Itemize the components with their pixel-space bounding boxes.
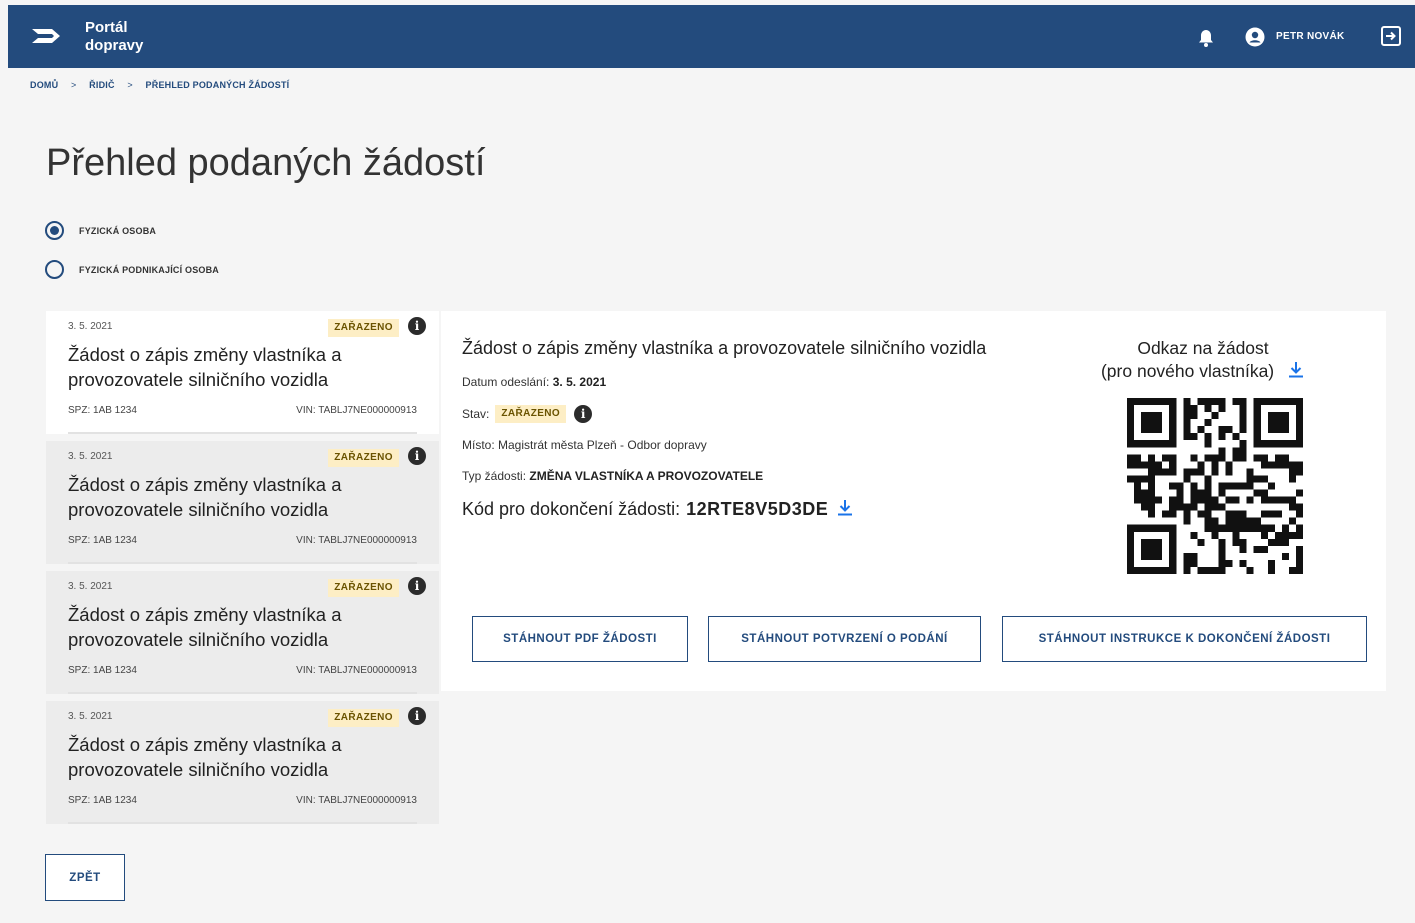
logo-icon[interactable] [30,20,68,57]
request-title: Žádost o zápis změny vlastníka a provozo… [68,734,342,780]
request-date: 3. 5. 2021 [68,321,113,332]
breadcrumb-current: PŘEHLED PODANÝCH ŽÁDOSTÍ [145,80,290,90]
radio-business-person-label: FYZICKÁ PODNIKAJÍCÍ OSOBA [79,264,220,275]
qr-label-line2: (pro nového vlastníka) [1098,360,1308,384]
info-icon[interactable]: i [408,577,426,595]
detail-type-value: ZMĚNA VLASTNÍKA A PROVOZOVATELE [529,469,764,483]
breadcrumb-home[interactable]: DOMŮ [30,80,58,90]
logout-icon[interactable] [1380,25,1402,52]
detail-sent-label: Datum odeslání: [462,375,550,389]
request-date: 3. 5. 2021 [68,451,113,462]
request-date: 3. 5. 2021 [68,711,113,722]
request-detail-panel: Žádost o zápis změny vlastníka a provozo… [441,311,1386,691]
brand-line2: dopravy [85,37,144,54]
request-vin: VIN: TABLJ7NE000000913 [296,795,417,806]
status-badge: ZAŘAZENO [328,449,399,467]
request-vin: VIN: TABLJ7NE000000913 [296,405,417,416]
page-title: Přehled podaných žádostí [46,142,486,184]
divider [68,562,417,564]
download-instructions-button[interactable]: STÁHNOUT INSTRUKCE K DOKONČENÍ ŽÁDOSTI [1002,616,1367,662]
detail-type-label: Typ žádosti: [462,469,527,483]
radio-selected-icon[interactable] [45,221,64,240]
request-spz: SPZ: 1AB 1234 [68,795,137,806]
divider [68,692,417,694]
request-card[interactable]: 3. 5. 2021 ZAŘAZENO i Žádost o zápis změ… [46,701,439,824]
top-bar: Portál dopravy PETR NOVÁK [8,5,1415,68]
divider [68,822,417,824]
status-badge: ZAŘAZENO [328,319,399,337]
radio-person-label: FYZICKÁ OSOBA [79,225,157,236]
detail-type: Typ žádosti: ZMĚNA VLASTNÍKA A PROVOZOVA… [462,469,763,483]
username[interactable]: PETR NOVÁK [1276,31,1345,42]
request-date: 3. 5. 2021 [68,581,113,592]
detail-status-label: Stav: [462,407,490,421]
divider [68,432,417,434]
request-spz: SPZ: 1AB 1234 [68,405,137,416]
download-icon[interactable] [836,498,854,521]
request-card[interactable]: 3. 5. 2021 ZAŘAZENO i Žádost o zápis změ… [46,571,439,694]
detail-code: Kód pro dokončení žádosti: 12RTE8V5D3DE [462,498,854,521]
request-title: Žádost o zápis změny vlastníka a provozo… [68,474,342,520]
brand-name[interactable]: Portál dopravy [85,19,143,55]
download-icon[interactable] [1287,360,1305,384]
detail-code-value: 12RTE8V5D3DE [686,499,829,519]
download-pdf-button[interactable]: STÁHNOUT PDF ŽÁDOSTI [472,616,688,662]
request-title: Žádost o zápis změny vlastníka a provozo… [68,344,342,390]
breadcrumb-driver[interactable]: ŘIDIČ [89,80,115,90]
brand-line1: Portál [85,19,128,36]
request-vin: VIN: TABLJ7NE000000913 [296,535,417,546]
breadcrumb: DOMŮ > ŘIDIČ > PŘEHLED PODANÝCH ŽÁDOSTÍ [30,80,289,90]
detail-status: Stav: ZAŘAZENO i [462,405,593,423]
breadcrumb-separator: > [71,80,77,90]
request-card[interactable]: 3. 5. 2021 ZAŘAZENO i Žádost o zápis změ… [46,441,439,564]
request-spz: SPZ: 1AB 1234 [68,665,137,676]
request-vin: VIN: TABLJ7NE000000913 [296,665,417,676]
radio-unselected-icon[interactable] [45,260,64,279]
qr-label-line2-text: (pro nového vlastníka) [1100,361,1275,381]
info-icon[interactable]: i [574,405,593,423]
info-icon[interactable]: i [408,317,426,335]
qr-label-line1: Odkaz na žádost [1137,338,1269,358]
back-button[interactable]: ZPĚT [45,854,125,901]
info-icon[interactable]: i [408,707,426,725]
breadcrumb-separator: > [127,80,133,90]
detail-place: Místo: Magistrát města Plzeň - Odbor dop… [462,438,707,452]
info-icon[interactable]: i [408,447,426,465]
detail-code-label: Kód pro dokončení žádosti: [462,499,681,519]
status-badge: ZAŘAZENO [328,709,399,727]
radio-person[interactable]: FYZICKÁ OSOBA [45,221,156,240]
download-confirmation-button[interactable]: STÁHNOUT POTVRZENÍ O PODÁNÍ [708,616,981,662]
status-badge: ZAŘAZENO [495,405,567,423]
request-title: Žádost o zápis změny vlastníka a provozo… [68,604,342,650]
radio-business-person[interactable]: FYZICKÁ PODNIKAJÍCÍ OSOBA [45,260,219,279]
qr-code-icon [1127,398,1303,579]
qr-label: Odkaz na žádost (pro nového vlastníka) [1098,337,1308,384]
bell-icon[interactable] [1198,29,1214,52]
request-spz: SPZ: 1AB 1234 [68,535,137,546]
detail-sent-value: 3. 5. 2021 [552,375,607,389]
avatar-icon[interactable] [1245,27,1265,52]
request-card[interactable]: 3. 5. 2021 ZAŘAZENO i Žádost o zápis změ… [46,311,439,434]
detail-title: Žádost o zápis změny vlastníka a provozo… [462,338,987,358]
detail-sent-date: Datum odeslání: 3. 5. 2021 [462,375,606,389]
status-badge: ZAŘAZENO [328,579,399,597]
